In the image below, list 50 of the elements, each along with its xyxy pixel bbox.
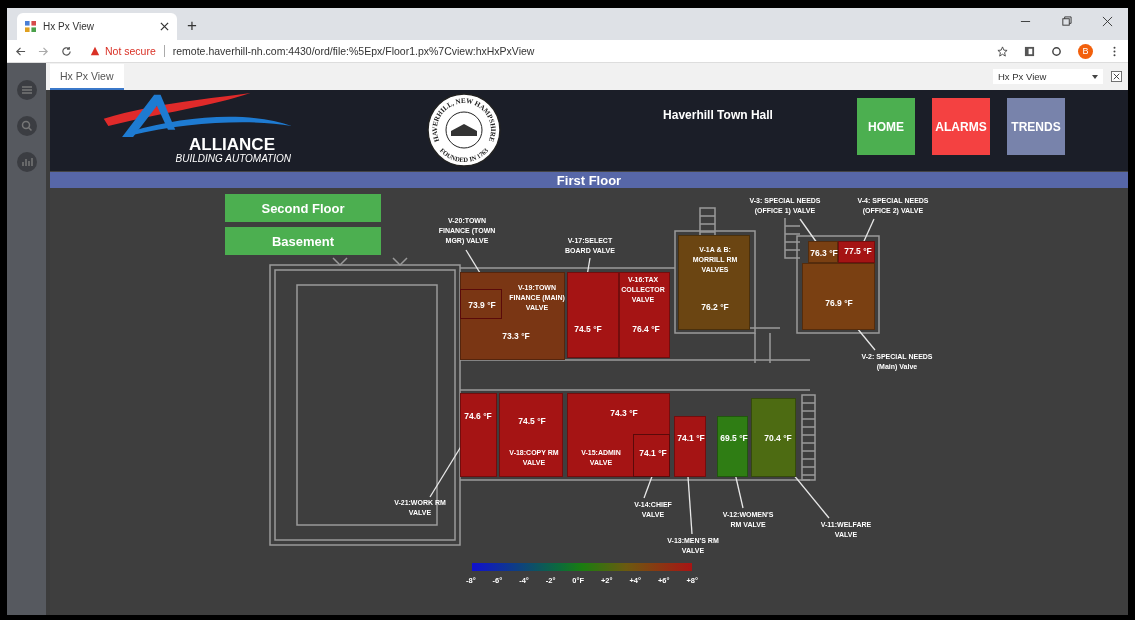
url-text[interactable]: remote.haverhill-nh.com:4430/ord/file:%5Epx/Floor1.px%7Cview:hxHxPxView <box>172 45 535 57</box>
room-zone[interactable]: 69.5 °F <box>717 416 748 477</box>
close-icon[interactable] <box>160 22 169 31</box>
room-zone[interactable]: 74.6 °F <box>460 393 497 477</box>
room-zone[interactable]: 76.3 °F <box>808 241 838 263</box>
room-temperature: 76.2 °F <box>701 302 729 312</box>
room-temperature: 74.1 °F <box>677 433 705 443</box>
building-title: Haverhill Town Hall <box>662 108 774 122</box>
room-temperature: 76.4 °F <box>632 324 660 334</box>
browser-tab[interactable]: Hx Px View <box>17 13 177 40</box>
room-temperature: 69.5 °F <box>720 433 748 443</box>
room-temperature: 74.5 °F <box>574 324 602 334</box>
star-icon[interactable] <box>997 45 1008 57</box>
close-icon[interactable] <box>1102 16 1113 27</box>
room-zone[interactable]: 76.9 °F <box>802 263 875 330</box>
new-tab-button[interactable]: + <box>187 16 197 36</box>
logo-name: ALLIANCE <box>189 137 275 153</box>
floor-title: First Floor <box>50 171 1128 188</box>
logo-tagline: BUILDING AUTOMATION <box>175 153 291 165</box>
view-dropdown[interactable]: Hx Px View <box>993 69 1103 84</box>
room-zone[interactable]: 70.4 °F <box>751 398 796 477</box>
search-icon[interactable] <box>16 116 37 136</box>
room-temperature: 74.6 °F <box>464 411 492 421</box>
room-zone[interactable]: 77.5 °F <box>838 241 875 263</box>
room-zone[interactable]: 74.5 °F <box>567 272 619 358</box>
reload-icon[interactable] <box>61 45 72 57</box>
circle-icon[interactable] <box>1051 45 1062 57</box>
room-zone[interactable]: 74.1 °F <box>674 416 706 477</box>
nav-button[interactable]: ALARMS <box>932 98 990 155</box>
room-temperature: 76.3 °F <box>810 248 838 258</box>
room-temperature: 77.5 °F <box>844 246 872 256</box>
grid-icon <box>25 21 36 32</box>
close-icon[interactable] <box>1111 71 1122 82</box>
room-temperature: 76.9 °F <box>825 298 853 308</box>
room-temperature: 74.3 °F <box>610 408 638 418</box>
room-temperature: 70.4 °F <box>764 433 792 443</box>
view-tab[interactable]: Hx Px View <box>50 64 124 90</box>
room-temperature: 74.1 °F <box>639 448 667 458</box>
nav-button[interactable]: TRENDS <box>1007 98 1065 155</box>
warning-icon <box>90 46 100 56</box>
extension-icon[interactable] <box>1024 45 1035 57</box>
security-status[interactable]: Not secure <box>105 45 156 57</box>
room-temperature: 74.5 °F <box>518 416 546 426</box>
room-zone[interactable]: 73.9 °F <box>460 289 502 319</box>
room-zone[interactable]: 74.1 °F <box>633 434 670 477</box>
room-temperature: 73.3 °F <box>502 331 530 341</box>
back-arrow-icon[interactable] <box>15 45 26 57</box>
room-temperature: 73.9 °F <box>468 300 496 310</box>
stair-drawing <box>784 217 801 259</box>
restore-icon[interactable] <box>1061 16 1072 27</box>
